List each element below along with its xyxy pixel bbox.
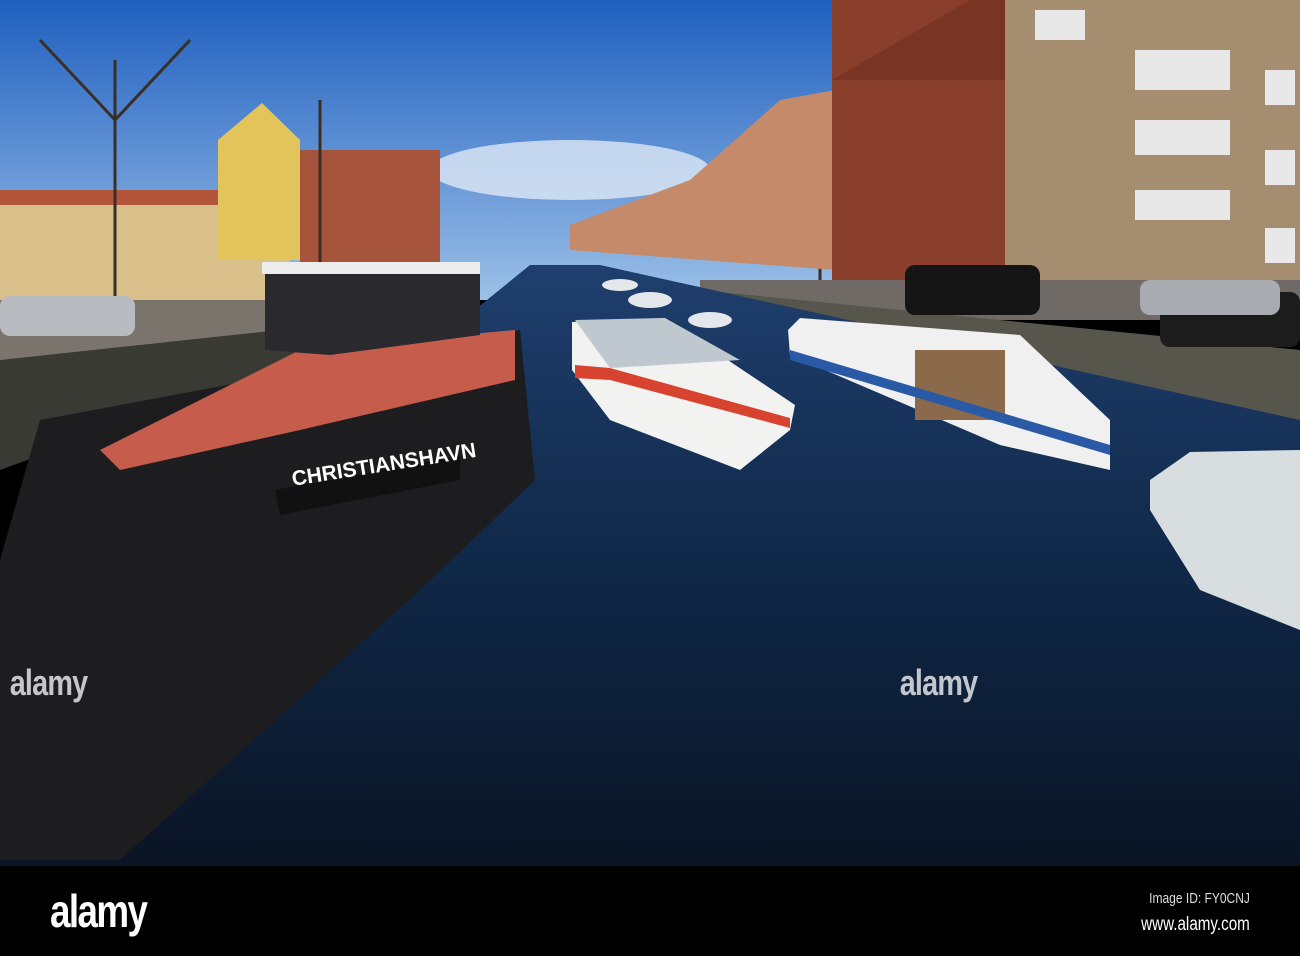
watermark: alamy [9, 662, 88, 703]
houseboat-roof [262, 262, 480, 274]
photo-canal-scene: CHRISTIANSHAVN alamy alamy alamy Image I… [0, 0, 1300, 956]
watermark: alamy [899, 662, 978, 703]
photo-illustration [0, 0, 1300, 866]
footer-bar: alamy Image ID: FY0CNJ www.alamy.com [0, 866, 1300, 956]
site-url[interactable]: www.alamy.com [1141, 914, 1250, 936]
alamy-logo[interactable]: alamy [50, 884, 148, 938]
image-id: Image ID: FY0CNJ [1149, 890, 1250, 907]
